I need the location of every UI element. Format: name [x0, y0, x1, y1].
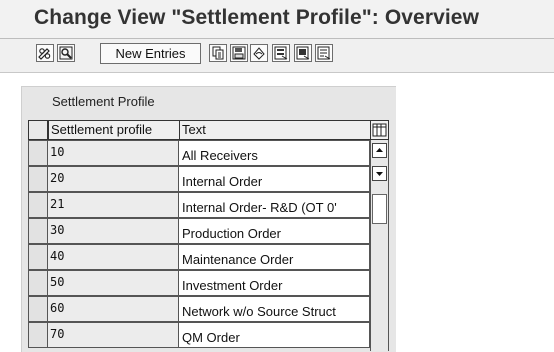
select-all-rows-button[interactable]	[28, 120, 48, 140]
settlement-profile-cell: 70	[48, 322, 179, 348]
row-selector[interactable]	[28, 244, 48, 270]
vertical-scrollbar[interactable]	[370, 140, 389, 351]
text-cell[interactable]: All Receivers	[179, 140, 370, 166]
text-cell[interactable]: Network w/o Source Struct	[179, 296, 370, 322]
text-cell[interactable]: Internal Order- R&D (OT 0'	[179, 192, 370, 218]
settlement-profile-cell: 10	[48, 140, 179, 166]
table-settings-icon[interactable]	[370, 120, 389, 140]
title-bar: Change View "Settlement Profile": Overvi…	[0, 0, 554, 39]
row-selector[interactable]	[28, 322, 48, 348]
select-all-icon[interactable]	[272, 44, 290, 62]
deselect-all-icon[interactable]	[315, 44, 333, 62]
text-cell[interactable]: Investment Order	[179, 270, 370, 296]
copy-as-icon[interactable]	[209, 44, 227, 62]
column-header-settlement-profile[interactable]: Settlement profile	[48, 120, 180, 140]
text-cell[interactable]: Maintenance Order	[179, 244, 370, 270]
row-selector[interactable]	[28, 192, 48, 218]
display-change-icon[interactable]	[36, 44, 54, 62]
row-selector[interactable]	[28, 218, 48, 244]
application-toolbar: New Entries	[0, 39, 554, 73]
text-cell[interactable]: Production Order	[179, 218, 370, 244]
column-header-text[interactable]: Text	[179, 120, 371, 140]
save-icon[interactable]	[230, 44, 248, 62]
row-selector[interactable]	[28, 140, 48, 166]
scroll-up-icon[interactable]	[372, 143, 387, 158]
settlement-profile-cell: 30	[48, 218, 179, 244]
table-row[interactable]: 20 Internal Order	[28, 166, 370, 192]
undo-change-icon[interactable]	[250, 44, 268, 62]
text-cell[interactable]: QM Order	[179, 322, 370, 348]
page-title: Change View "Settlement Profile": Overvi…	[34, 6, 480, 29]
settlement-profile-cell: 60	[48, 296, 179, 322]
details-icon[interactable]	[57, 44, 75, 62]
table-title: Settlement Profile	[52, 94, 155, 109]
row-selector[interactable]	[28, 270, 48, 296]
settlement-profile-cell: 20	[48, 166, 179, 192]
table-container: Settlement Profile Settlement profile Te…	[0, 73, 554, 352]
table-row[interactable]: 60 Network w/o Source Struct	[28, 296, 370, 322]
settlement-profile-cell: 21	[48, 192, 179, 218]
table-row[interactable]: 40 Maintenance Order	[28, 244, 370, 270]
table-row[interactable]: 50 Investment Order	[28, 270, 370, 296]
row-selector[interactable]	[28, 296, 48, 322]
scroll-thumb[interactable]	[372, 194, 387, 224]
text-cell[interactable]: Internal Order	[179, 166, 370, 192]
settlement-profile-cell: 50	[48, 270, 179, 296]
row-selector[interactable]	[28, 166, 48, 192]
scroll-down-icon[interactable]	[372, 166, 387, 181]
select-block-icon[interactable]	[294, 44, 312, 62]
table-row[interactable]: 10 All Receivers	[28, 140, 370, 166]
table-row[interactable]: 70 QM Order	[28, 322, 370, 348]
new-entries-button[interactable]: New Entries	[100, 43, 201, 64]
table-row[interactable]: 30 Production Order	[28, 218, 370, 244]
table-row[interactable]: 21 Internal Order- R&D (OT 0'	[28, 192, 370, 218]
settlement-profile-cell: 40	[48, 244, 179, 270]
